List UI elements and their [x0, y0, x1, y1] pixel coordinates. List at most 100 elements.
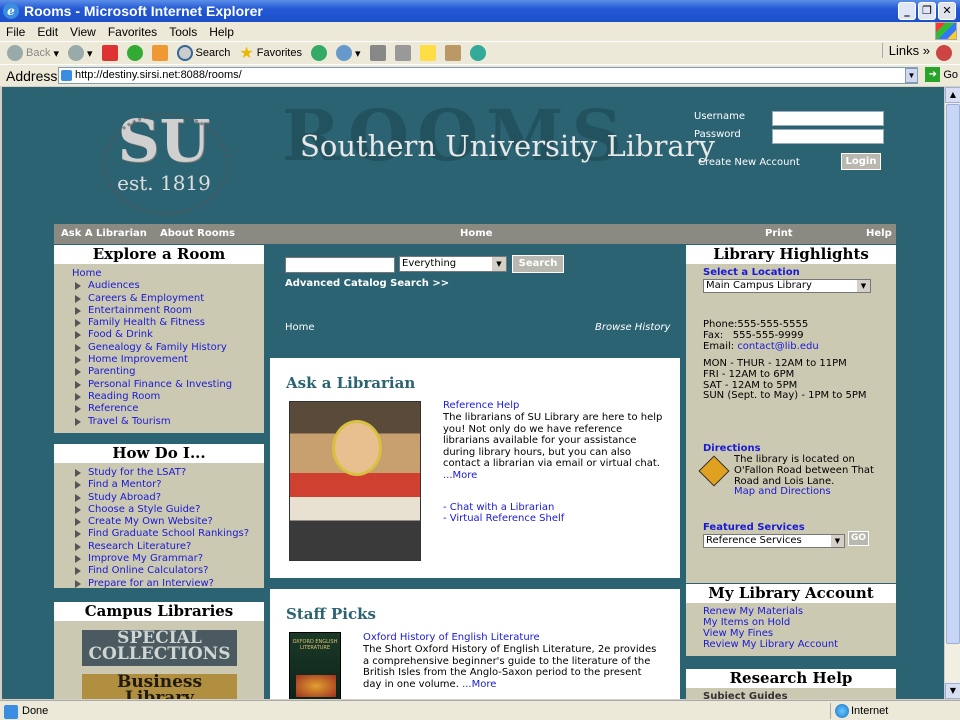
explore-home-link[interactable]: Home	[72, 268, 264, 280]
go-button[interactable]: ➜ Go	[925, 67, 958, 82]
search-scope-select[interactable]: Everything ▼	[399, 256, 507, 272]
refresh-button[interactable]	[124, 45, 146, 61]
favorites-button[interactable]: ★ Favorites	[236, 43, 305, 63]
explore-room-link[interactable]: Travel & Tourism	[72, 416, 264, 428]
virtual-reference-link[interactable]: - Virtual Reference Shelf	[443, 513, 564, 524]
how-do-i-link[interactable]: Study for the LSAT?	[72, 467, 264, 479]
map-directions-link[interactable]: Map and Directions	[734, 486, 831, 498]
scroll-down-button[interactable]: ▼	[945, 683, 960, 699]
how-do-i-link[interactable]: Find Online Calculators?	[72, 565, 264, 577]
explore-room-link[interactable]: Food & Drink	[72, 329, 264, 341]
how-do-i-link[interactable]: Improve My Grammar?	[72, 553, 264, 565]
explore-room-link[interactable]: Personal Finance & Investing	[72, 379, 264, 391]
messenger-icon	[469, 45, 486, 61]
media-button[interactable]	[308, 45, 330, 61]
stop-button[interactable]	[99, 45, 121, 61]
how-do-i-link[interactable]: Find a Mentor?	[72, 479, 264, 491]
scroll-thumb[interactable]	[946, 104, 960, 644]
account-title: My Library Account	[686, 584, 896, 603]
close-button[interactable]: ✕	[938, 2, 956, 20]
menu-bar: File Edit View Favorites Tools Help	[0, 22, 960, 41]
history-button[interactable]: ▾	[333, 45, 364, 61]
how-do-i-link[interactable]: Research Literature?	[72, 541, 264, 553]
explore-room-link[interactable]: Parenting	[72, 366, 264, 378]
account-list: Renew My Materials My Items on Hold View M…	[703, 606, 838, 650]
account-link[interactable]: Review My Library Account	[703, 639, 838, 650]
business-library-banner[interactable]: Business Library	[82, 674, 237, 699]
explore-room-link[interactable]: Genealogy & Family History	[72, 342, 264, 354]
minimize-button[interactable]: _	[898, 2, 916, 20]
explore-room-link[interactable]: Reference	[72, 403, 264, 415]
how-do-i-title: How Do I...	[54, 444, 264, 463]
how-do-i-link[interactable]: Prepare for an Interview?	[72, 578, 264, 590]
scroll-up-button[interactable]: ▲	[945, 87, 960, 103]
forward-button[interactable]: ▾	[65, 45, 96, 61]
catalog-search-input[interactable]	[285, 257, 395, 273]
book-more-link[interactable]: ...More	[462, 679, 496, 690]
reference-help-link[interactable]: Reference Help	[443, 400, 519, 411]
search-submit-button[interactable]: Search	[512, 255, 564, 273]
links-button[interactable]: Links »	[881, 43, 930, 58]
maximize-button[interactable]: ❐	[918, 2, 936, 20]
home-button[interactable]	[149, 45, 171, 61]
email-link[interactable]: contact@lib.edu	[737, 341, 818, 352]
menu-file[interactable]: File	[0, 25, 31, 39]
menu-tools[interactable]: Tools	[163, 25, 203, 39]
address-input[interactable]: http://destiny.sirsi.net:8088/rooms/	[58, 67, 918, 84]
how-do-i-link[interactable]: Study Abroad?	[72, 492, 264, 504]
explore-room-link[interactable]: Family Health & Fitness	[72, 317, 264, 329]
search-button[interactable]: Search	[174, 45, 234, 61]
mail-button[interactable]	[367, 45, 389, 61]
nav-print[interactable]: Print	[765, 228, 793, 239]
book-cover-image[interactable]: OXFORD ENGLISH LITERATURE	[289, 632, 341, 699]
how-do-i-link[interactable]: Find Graduate School Rankings?	[72, 528, 264, 540]
vertical-scrollbar[interactable]: ▲ ▼	[944, 87, 960, 699]
toolbar-addon-icon[interactable]	[936, 45, 952, 61]
menu-view[interactable]: View	[64, 25, 102, 39]
nav-home[interactable]: Home	[460, 228, 492, 239]
account-link[interactable]: View My Fines	[703, 628, 838, 639]
messenger-button[interactable]	[467, 45, 489, 61]
back-button[interactable]: Back ▾	[4, 45, 62, 61]
how-do-i-link[interactable]: Create My Own Website?	[72, 516, 264, 528]
explore-room-link[interactable]: Audiences	[72, 280, 264, 292]
address-dropdown-button[interactable]: ▼	[905, 68, 918, 83]
address-label: Address	[6, 67, 58, 84]
highlights-title: Library Highlights	[686, 245, 896, 264]
special-collections-banner[interactable]: SPECIAL COLLECTIONS	[82, 630, 237, 666]
edit-button[interactable]	[417, 45, 439, 61]
login-button[interactable]: Login	[841, 153, 881, 170]
menu-favorites[interactable]: Favorites	[102, 25, 163, 39]
account-link[interactable]: Renew My Materials	[703, 606, 838, 617]
ask-more-link[interactable]: ...More	[443, 470, 477, 481]
research-button[interactable]	[442, 45, 464, 61]
menu-help[interactable]: Help	[203, 25, 240, 39]
featured-go-button[interactable]: GO	[848, 531, 869, 546]
explore-room-link[interactable]: Home Improvement	[72, 354, 264, 366]
browse-history-link[interactable]: Browse History	[595, 322, 670, 333]
nav-about-rooms[interactable]: About Rooms	[160, 228, 235, 239]
account-link[interactable]: My Items on Hold	[703, 617, 838, 628]
explore-room-link[interactable]: Entertainment Room	[72, 305, 264, 317]
password-input[interactable]	[772, 129, 884, 144]
nav-help[interactable]: Help	[866, 228, 892, 239]
how-do-i-link[interactable]: Choose a Style Guide?	[72, 504, 264, 516]
location-select[interactable]: Main Campus Library ▼	[703, 279, 871, 293]
advanced-search-link[interactable]: Advanced Catalog Search >>	[285, 278, 449, 289]
book-title-link[interactable]: Oxford History of English Literature	[363, 632, 540, 643]
breadcrumb-home[interactable]: Home	[285, 322, 315, 333]
create-account-link[interactable]: Create New Account	[698, 157, 800, 168]
nav-ask-librarian[interactable]: Ask A Librarian	[61, 228, 147, 239]
research-help-panel: Research Help Subject Guides	[686, 669, 896, 699]
ask-card-title: Ask a Librarian	[286, 374, 416, 392]
print-button[interactable]	[392, 45, 414, 61]
menu-edit[interactable]: Edit	[31, 25, 64, 39]
username-input[interactable]	[772, 111, 884, 126]
chat-librarian-link[interactable]: - Chat with a Librarian	[443, 502, 554, 513]
forward-arrow-icon	[68, 45, 84, 61]
window-controls: _ ❐ ✕	[898, 2, 956, 20]
explore-room-link[interactable]: Reading Room	[72, 391, 264, 403]
explore-room-link[interactable]: Careers & Employment	[72, 293, 264, 305]
home-icon	[151, 45, 168, 61]
featured-services-select[interactable]: Reference Services ▼	[703, 534, 845, 548]
